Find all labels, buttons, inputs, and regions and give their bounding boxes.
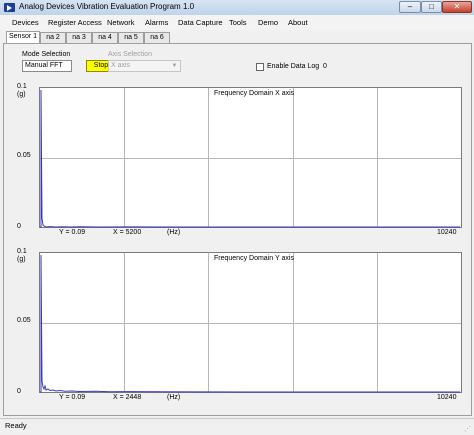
y-max-label: 0.1 <box>17 248 27 255</box>
window-title: Analog Devices Vibration Evaluation Prog… <box>19 2 195 11</box>
menu-tools[interactable]: Tools <box>229 18 247 27</box>
y-max-label: 0.1 <box>17 83 27 90</box>
tab-na-6[interactable]: na 6 <box>144 32 170 43</box>
menu-demo[interactable]: Demo <box>258 18 278 27</box>
plot-x-axis: 0.1 (g) 0.05 0 Frequency Domain X axis Y… <box>12 81 466 241</box>
menu-alarms[interactable]: Alarms <box>145 18 168 27</box>
axis-selection-label: Axis Selection <box>108 51 152 58</box>
y-mid-label: 0.05 <box>17 317 31 324</box>
tab-na-2[interactable]: na 2 <box>40 32 66 43</box>
data-log-checkbox[interactable] <box>256 63 264 71</box>
axis-select[interactable]: X axis ▼ <box>108 60 181 72</box>
status-bar: Ready ⋰ <box>0 418 474 435</box>
data-log-count: 0 <box>323 63 327 70</box>
y-zero-label: 0 <box>17 223 21 230</box>
menu-network[interactable]: Network <box>107 18 135 27</box>
x-readout: X = 2448 <box>113 394 142 401</box>
y-unit-label: (g) <box>17 91 26 98</box>
plot-area[interactable]: Frequency Domain Y axis <box>39 252 462 393</box>
tab-na-3[interactable]: na 3 <box>66 32 92 43</box>
resize-grip-icon[interactable]: ⋰ <box>464 425 472 433</box>
minimize-button[interactable]: – <box>399 1 421 13</box>
menu-about[interactable]: About <box>288 18 308 27</box>
x-unit-label: (Hz) <box>167 229 181 236</box>
y-unit-label: (g) <box>17 256 26 263</box>
menu-register-access[interactable]: Register Access <box>48 18 102 27</box>
plot-area[interactable]: Frequency Domain X axis <box>39 87 462 228</box>
x-readout: X = 5200 <box>113 229 142 236</box>
chevron-down-icon: ▼ <box>171 63 178 69</box>
spectrum-trace <box>40 89 460 228</box>
x-max-label: 10240 <box>437 229 457 236</box>
y-readout: Y = 0.09 <box>59 394 86 401</box>
tab-na-5[interactable]: na 5 <box>118 32 144 43</box>
data-log-label: Enable Data Log <box>267 63 320 70</box>
menu-devices[interactable]: Devices <box>12 18 39 27</box>
app-icon <box>4 3 15 12</box>
close-button[interactable]: ✕ <box>442 1 472 13</box>
y-zero-label: 0 <box>17 388 21 395</box>
status-text: Ready <box>5 421 27 430</box>
spectrum-trace <box>40 254 460 393</box>
tab-na-4[interactable]: na 4 <box>92 32 118 43</box>
mode-select[interactable]: Manual FFT <box>22 60 72 72</box>
mode-value: Manual FFT <box>25 62 63 69</box>
mode-selection-label: Mode Selection <box>22 51 71 58</box>
menu-data-capture[interactable]: Data Capture <box>178 18 223 27</box>
plot-y-axis: 0.1 (g) 0.05 0 Frequency Domain Y axis Y… <box>12 246 466 411</box>
y-mid-label: 0.05 <box>17 152 31 159</box>
maximize-button[interactable]: □ <box>421 1 442 13</box>
title-bar[interactable]: Analog Devices Vibration Evaluation Prog… <box>0 0 474 16</box>
y-readout: Y = 0.09 <box>59 229 86 236</box>
x-unit-label: (Hz) <box>167 394 181 401</box>
axis-value: X axis <box>111 62 131 69</box>
x-max-label: 10240 <box>437 394 457 401</box>
menu-bar: Devices Register Access Network Alarms D… <box>0 15 474 30</box>
